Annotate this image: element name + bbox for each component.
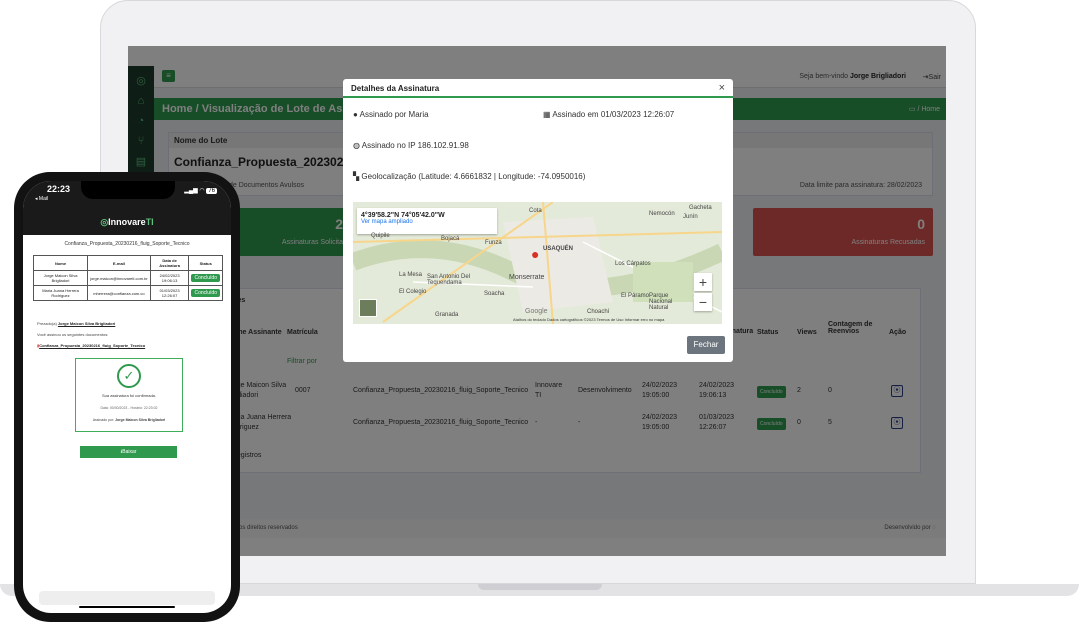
col-header: Nome [32, 255, 89, 271]
map-icon: ▚ [353, 172, 360, 181]
phone-screen: 22:23 ◂ Mail ▂▄▆ ◠ 76 ◎InnovareTI Confia… [23, 181, 231, 613]
location-pin-icon: ● [531, 246, 540, 262]
map-label: Parque Nacional Natural [649, 293, 673, 311]
map-label: Quipile [371, 233, 390, 239]
email-signers-table: Nome E-mail Data de Assinatura Status Jo… [32, 255, 223, 301]
close-icon[interactable]: × [719, 82, 725, 94]
home-indicator[interactable] [79, 606, 175, 608]
map-label: Bojacá [441, 236, 460, 242]
status-icons: ▂▄▆ ◠ 76 [184, 187, 217, 194]
globe-icon: ◍ [353, 141, 360, 150]
download-button[interactable]: ⭳Baixar [80, 446, 177, 458]
calendar-icon: ▦ [543, 110, 551, 119]
modal-header: Detalhes da Assinatura × [343, 79, 733, 98]
map-label: Monserrate [509, 274, 545, 281]
confirmation-signer: Assinado por: Jorge Maicon Silva Briglia… [92, 418, 166, 422]
map-attribution[interactable]: Atalhos do teclado Dados cartográficos ©… [513, 317, 664, 322]
document-link[interactable]: ▮Confianza_Propuesta_20230216_fluig_Sopo… [37, 343, 145, 348]
map-label: El Páramo [621, 293, 650, 299]
map-info-card: 4°39'58.2"N 74°05'42.0"W Ver mapa amplia… [357, 208, 497, 234]
confirmation-text: Sua assinatura foi confirmada. [101, 393, 157, 398]
map-label: Gacheta [689, 205, 712, 211]
map-label: La Mesa [399, 272, 423, 278]
zoom-in-button[interactable]: + [694, 273, 712, 291]
cell-name: Jorge Maicon Silva Brigliadori [32, 270, 89, 286]
table-row: Jorge Maicon Silva Brigliadori jorge.mai… [32, 270, 223, 286]
map-label: Nemocón [649, 211, 675, 217]
email-header-logo: ◎InnovareTI [23, 211, 231, 235]
email-intro: Você assinou os seguintes documentos: [37, 332, 109, 337]
laptop-screen: ◎ ⌂ ◔ ⑂ ▤ ≡ Seja bem-vindo Jorge Briglia… [128, 46, 946, 556]
cell-date: 01/03/2023 12:26:07 [149, 285, 190, 301]
col-header: E-mail [87, 255, 151, 271]
satellite-toggle-button[interactable] [359, 299, 377, 317]
map-label: Granada [435, 312, 459, 318]
map-label: Junín [683, 214, 698, 220]
status-badge: Concluído [191, 289, 220, 297]
map-label: Funza [485, 240, 502, 246]
signal-icon: ▂▄▆ [184, 188, 198, 194]
check-circle-icon: ✓ [117, 364, 141, 388]
signed-ip: ◍ Assinado no IP 186.102.91.98 [353, 141, 469, 150]
browser-bottom-bar[interactable] [39, 591, 215, 605]
map-label: Los Cárpatos [615, 261, 651, 267]
zoom-out-button[interactable]: − [694, 293, 712, 311]
modal-title: Detalhes da Assinatura [351, 84, 440, 93]
cell-email: mherrera@confianza.com.co [87, 285, 151, 301]
cell-name: Maria Juana Herrera Rodriguez [32, 285, 89, 301]
phone-frame: 22:23 ◂ Mail ▂▄▆ ◠ 76 ◎InnovareTI Confia… [14, 172, 240, 622]
phone-time: 22:23 [47, 184, 71, 194]
signed-at: ▦ Assinado em 01/03/2023 12:26:07 [543, 110, 675, 119]
view-larger-map-link[interactable]: Ver mapa ampliado [361, 219, 493, 225]
cell-status: Concluído [188, 285, 223, 301]
google-logo: Google [525, 308, 548, 315]
cell-status: Concluído [188, 270, 223, 286]
map-label: USAQUÉN [543, 246, 574, 252]
table-row: Maria Juana Herrera Rodriguez mherrera@c… [32, 285, 223, 301]
map-label: Soacha [484, 291, 505, 297]
col-header: Data de Assinatura [149, 255, 190, 271]
battery-icon: 76 [206, 188, 217, 194]
map-coords: 4°39'58.2"N 74°05'42.0"W [361, 212, 445, 219]
map-label: Choachí [587, 309, 610, 315]
status-badge: Concluído [191, 274, 220, 282]
bulb-logo-icon: ◎ [100, 217, 109, 227]
back-to-mail-link[interactable]: ◂ Mail [35, 196, 48, 202]
close-button[interactable]: Fechar [687, 336, 725, 354]
user-icon: ● [353, 110, 358, 119]
laptop-notch [478, 584, 602, 590]
map-label: San Antonio Del Tequendama [427, 274, 471, 286]
phone-notch [81, 181, 175, 199]
confirmation-box: ✓ Sua assinatura foi confirmada. Data: 0… [75, 358, 183, 432]
wifi-icon: ◠ [199, 188, 205, 194]
email-greeting: Prezado(a) Jorge Maicon Silva Brigliador… [37, 321, 116, 326]
confirmation-date: Data: 00/00/2023 - Horário: 22:23:02 [100, 406, 158, 410]
email-doc-title: Confianza_Propuesta_20230216_fluig_Sopor… [64, 241, 190, 247]
map-label: El Colegio [399, 289, 427, 295]
location-map[interactable]: 4°39'58.2"N 74°05'42.0"W Ver mapa amplia… [353, 202, 722, 324]
cell-email: jorge.maicon@innovareti.com.br [87, 270, 151, 286]
cell-date: 24/02/2023 19:06:13 [149, 270, 190, 286]
signed-by: ● Assinado por Maria [353, 110, 429, 119]
geolocation: ▚ Geolocalização (Latitude: 4.6661832 | … [353, 172, 586, 181]
map-label: Cota [529, 208, 542, 214]
signature-details-modal: Detalhes da Assinatura × ● Assinado por … [343, 79, 733, 362]
col-header: Status [188, 255, 223, 271]
